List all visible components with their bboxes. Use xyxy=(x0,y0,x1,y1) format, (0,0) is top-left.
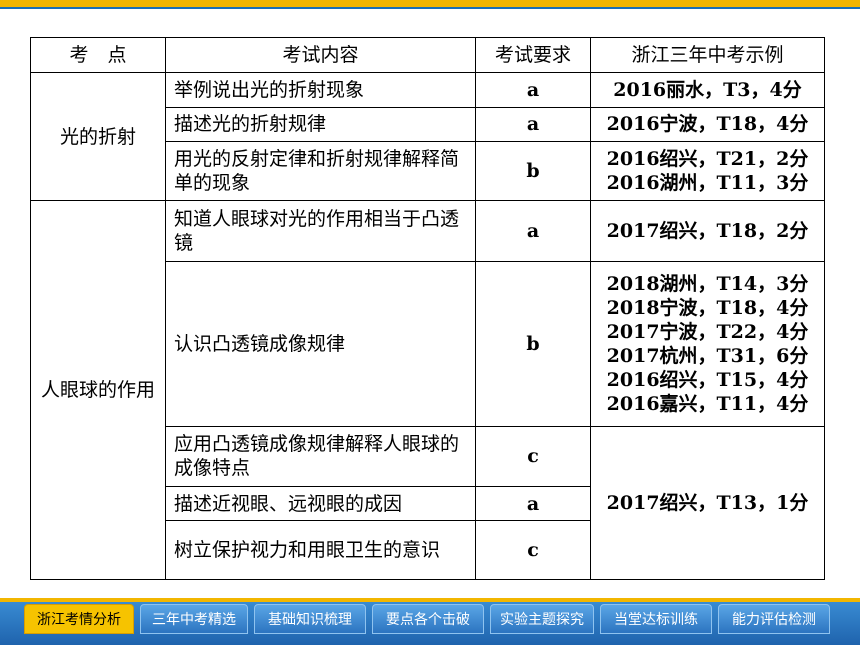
tab-in-class-practice[interactable]: 当堂达标训练 xyxy=(600,604,712,634)
example-line: 2016绍兴，T21，2分 xyxy=(606,148,809,171)
tab-key-points[interactable]: 要点各个击破 xyxy=(372,604,484,634)
example-line: 2018湖州，T14，3分 xyxy=(606,272,809,295)
example-line: 2017杭州，T31，6分 xyxy=(606,344,809,367)
header-requirement: 考试要求 xyxy=(475,36,591,74)
header-examples: 浙江三年中考示例 xyxy=(590,36,825,74)
content-cell: 用光的反射定律和折射规律解释简单的现象 xyxy=(165,140,476,202)
requirement-cell: b xyxy=(475,140,591,202)
example-cell: 2017绍兴，T13，1分 xyxy=(590,425,825,581)
top-blue-line xyxy=(0,7,860,9)
header-point: 考 点 xyxy=(30,36,166,74)
requirement-cell: a xyxy=(475,200,591,263)
example-line: 2016宁波，T18，4分 xyxy=(606,113,809,136)
point-cell: 人眼球的作用 xyxy=(30,200,166,580)
content-cell: 应用凸透镜成像规律解释人眼球的成像特点 xyxy=(165,425,476,488)
content-cell: 知道人眼球对光的作用相当于凸透镜 xyxy=(165,200,476,263)
example-line: 2017绍兴，T13，1分 xyxy=(606,491,809,514)
top-accent-bar xyxy=(0,0,860,7)
example-line: 2017绍兴，T18，2分 xyxy=(606,220,809,243)
tab-basic-knowledge[interactable]: 基础知识梳理 xyxy=(254,604,366,634)
requirement-cell: a xyxy=(475,486,591,522)
example-cell: 2016绍兴，T21，2分 2016湖州，T11，3分 xyxy=(590,140,825,202)
content-cell: 举例说出光的折射现象 xyxy=(165,72,476,108)
exam-table: 考 点 考试内容 考试要求 浙江三年中考示例 光的折射 举例说出光的折射现象 a… xyxy=(30,36,825,581)
tab-experiment-inquiry[interactable]: 实验主题探究 xyxy=(490,604,594,634)
example-cell: 2016宁波，T18，4分 xyxy=(590,106,825,142)
example-line: 2016绍兴，T15，4分 xyxy=(606,368,809,391)
requirement-cell: a xyxy=(475,106,591,142)
tab-three-year-selection[interactable]: 三年中考精选 xyxy=(140,604,248,634)
requirement-cell: a xyxy=(475,72,591,108)
requirement-cell: c xyxy=(475,520,591,580)
requirement-cell: b xyxy=(475,261,591,427)
tab-ability-assessment[interactable]: 能力评估检测 xyxy=(718,604,830,634)
example-line: 2017宁波，T22，4分 xyxy=(606,320,809,343)
example-cell: 2016丽水，T3，4分 xyxy=(590,72,825,108)
table-row: 人眼球的作用 知道人眼球对光的作用相当于凸透镜 a 2017绍兴，T18，2分 xyxy=(30,200,825,580)
tab-zhejiang-exam-analysis[interactable]: 浙江考情分析 xyxy=(24,604,134,634)
example-cell: 2017绍兴，T18，2分 xyxy=(590,200,825,263)
table-row: 光的折射 举例说出光的折射现象 a 2016丽水，T3，4分 xyxy=(30,72,825,202)
point-cell: 光的折射 xyxy=(30,72,166,202)
content-cell: 描述光的折射规律 xyxy=(165,106,476,142)
header-content: 考试内容 xyxy=(165,36,476,74)
content-cell: 描述近视眼、远视眼的成因 xyxy=(165,486,476,522)
example-cell: 2018湖州，T14，3分 2018宁波，T18，4分 2017宁波，T22，4… xyxy=(590,261,825,427)
example-line: 2018宁波，T18，4分 xyxy=(606,296,809,319)
example-line: 2016嘉兴，T11，4分 xyxy=(606,392,809,415)
nav-accent-rail xyxy=(0,598,860,602)
content-cell: 树立保护视力和用眼卫生的意识 xyxy=(165,520,476,580)
content-cell: 认识凸透镜成像规律 xyxy=(165,261,476,427)
example-line: 2016湖州，T11，3分 xyxy=(606,172,809,195)
table-header-row: 考 点 考试内容 考试要求 浙江三年中考示例 xyxy=(30,36,825,74)
requirement-cell: c xyxy=(475,425,591,488)
example-line: 2016丽水，T3，4分 xyxy=(613,78,802,101)
